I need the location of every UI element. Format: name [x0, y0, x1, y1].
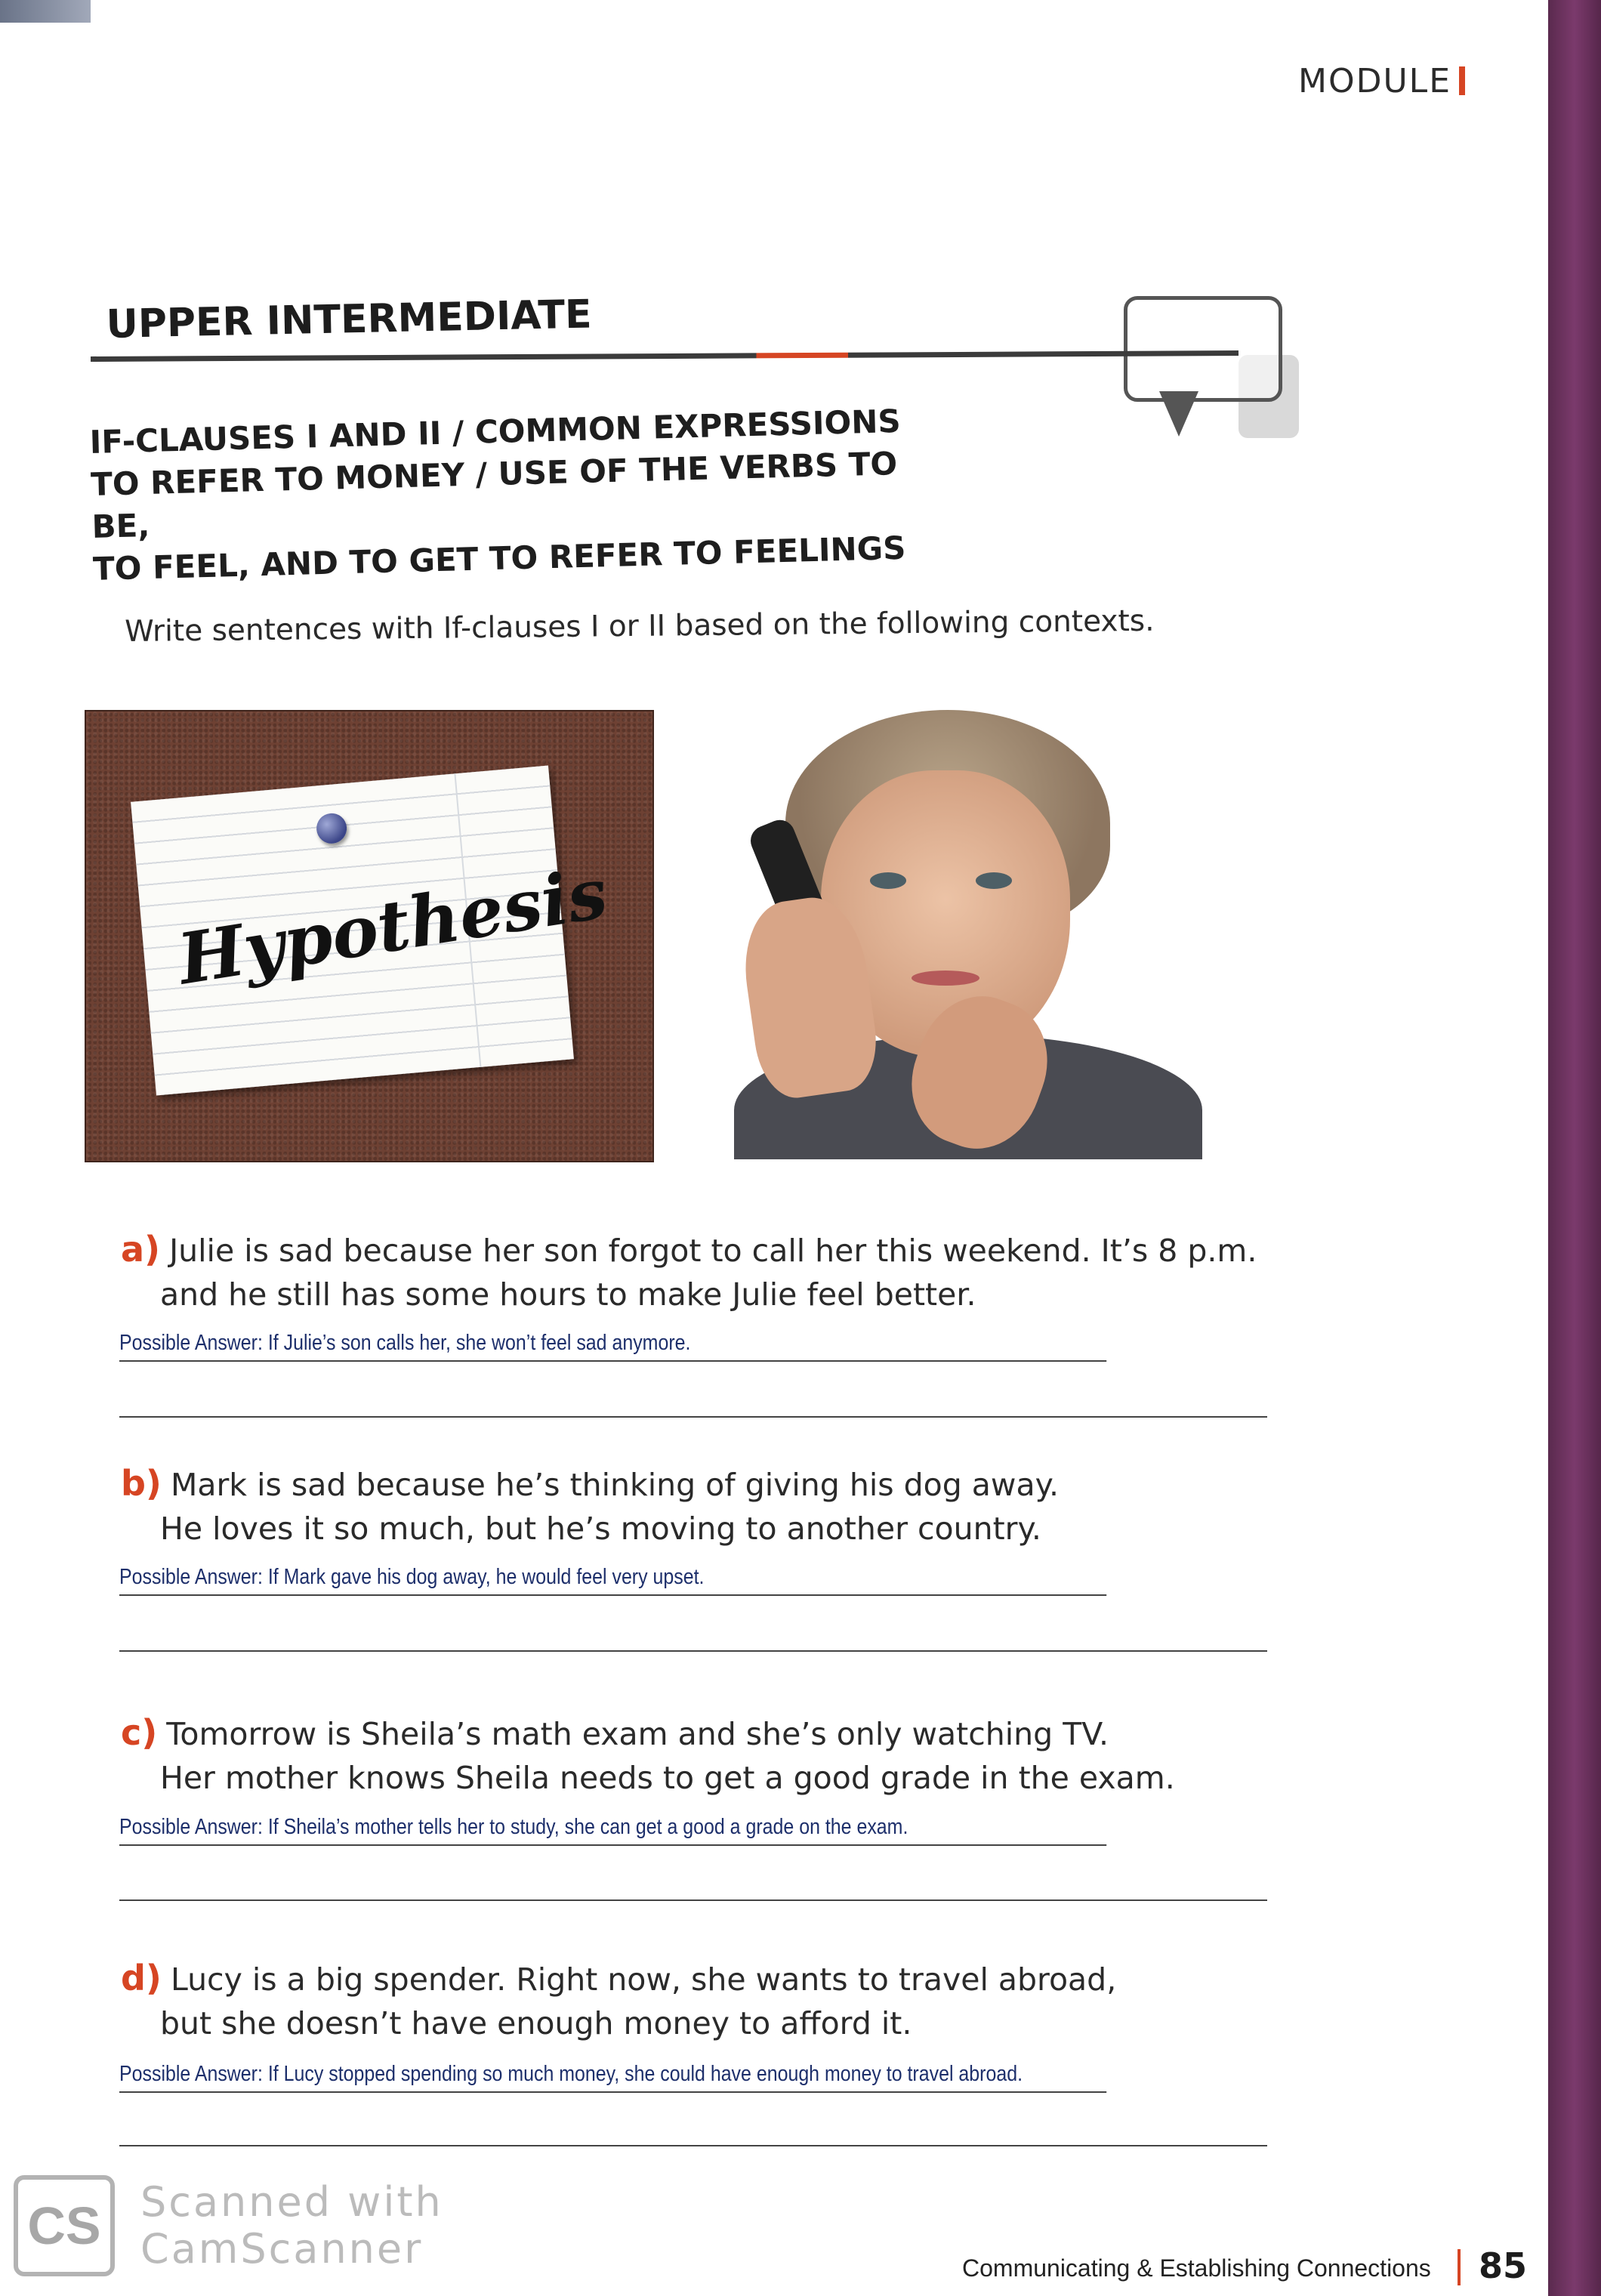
- exercise-a: a) Julie is sad because her son forgot to…: [121, 1227, 1299, 1316]
- photo-eye-right: [976, 872, 1012, 889]
- push-pin-icon: [315, 812, 348, 845]
- blank-answer-line[interactable]: [119, 1899, 1267, 1901]
- blank-answer-line[interactable]: [119, 2145, 1267, 2146]
- exercise-prompt: c) Tomorrow is Sheila’s math exam and she…: [121, 1712, 1299, 1800]
- footer-section-name: Communicating & Establishing Connections: [962, 2254, 1431, 2282]
- book-cover-edge: [1548, 0, 1601, 2296]
- exercise-prompt: b) Mark is sad because he’s thinking of g…: [121, 1463, 1299, 1551]
- exercise-line: and he still has some hours to make Juli…: [160, 1276, 976, 1313]
- exercise-line: but she doesn’t have enough money to aff…: [160, 2005, 912, 2041]
- exercise-prompt: a) Julie is sad because her son forgot to…: [121, 1229, 1299, 1316]
- exercise-c: c) Tomorrow is Sheila’s math exam and she…: [121, 1711, 1299, 1800]
- module-accent-bar: [1459, 66, 1465, 95]
- exercise-letter: d): [121, 1958, 162, 1998]
- watermark-line: Scanned with: [140, 2178, 443, 2226]
- page-number: 85: [1479, 2245, 1528, 2286]
- answer-line[interactable]: Possible Answer: If Sheila’s mother tell…: [119, 1815, 1107, 1846]
- exercise-line: Julie is sad because her son forgot to c…: [169, 1233, 1257, 1269]
- camscanner-watermark: CS Scanned with CamScanner: [14, 2175, 443, 2276]
- exercise-d: d) Lucy is a big spender. Right now, she …: [121, 1956, 1299, 2045]
- exercise-line: Her mother knows Sheila needs to get a g…: [160, 1760, 1175, 1796]
- blank-answer-line[interactable]: [119, 1416, 1267, 1418]
- watermark-line: CamScanner: [140, 2225, 424, 2273]
- photo-lips: [912, 971, 979, 986]
- exercise-prompt: d) Lucy is a big spender. Right now, she …: [121, 1958, 1299, 2045]
- answer-line[interactable]: Possible Answer: If Julie’s son calls he…: [119, 1331, 1107, 1362]
- note-word: Hypothesis: [172, 852, 613, 1001]
- exercise-letter: c): [121, 1712, 158, 1753]
- module-label-text: MODULE: [1298, 62, 1451, 100]
- speech-bubble-icon: [1124, 296, 1282, 402]
- woman-on-phone-photo: [689, 710, 1244, 1159]
- footer-divider: [1458, 2249, 1461, 2285]
- exercise-line: Mark is sad because he’s thinking of giv…: [170, 1467, 1060, 1503]
- exercise-instruction: Write sentences with If-clauses I or II …: [125, 603, 1155, 649]
- camscanner-logo-icon: CS: [14, 2175, 115, 2276]
- camscanner-text: Scanned with CamScanner: [140, 2179, 443, 2273]
- exercise-line: Tomorrow is Sheila’s math exam and she’s…: [166, 1716, 1109, 1752]
- level-title-rule: [90, 350, 1239, 362]
- answer-line[interactable]: Possible Answer: If Mark gave his dog aw…: [119, 1565, 1107, 1596]
- exercise-letter: a): [121, 1229, 161, 1270]
- corkboard-image: Hypothesis: [85, 710, 654, 1162]
- answer-line[interactable]: Possible Answer: If Lucy stopped spendin…: [119, 2062, 1107, 2093]
- blank-answer-line[interactable]: [119, 1650, 1267, 1652]
- exercise-letter: b): [121, 1463, 162, 1504]
- page-corner-shadow: [0, 0, 91, 23]
- textbook-page: MODULE UPPER INTERMEDIATE IF-CLAUSES I A…: [0, 0, 1601, 2296]
- speech-bubble-tail: [1159, 391, 1198, 437]
- paper-note: Hypothesis: [131, 765, 612, 1096]
- topic-heading: IF-CLAUSES I AND II / COMMON EXPRESSIONS…: [89, 400, 924, 591]
- level-title: UPPER INTERMEDIATE: [106, 292, 593, 347]
- module-label: MODULE: [1298, 62, 1465, 100]
- photo-eye-left: [870, 872, 906, 889]
- exercise-line: He loves it so much, but he’s moving to …: [160, 1511, 1041, 1547]
- exercise-line: Lucy is a big spender. Right now, she wa…: [170, 1961, 1117, 1998]
- exercise-b: b) Mark is sad because he’s thinking of g…: [121, 1461, 1299, 1551]
